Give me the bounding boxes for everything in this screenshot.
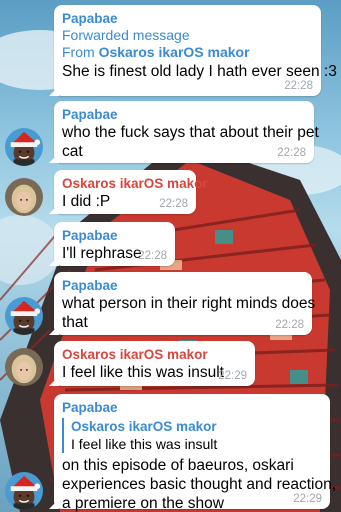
- sender-name: Oskaros ikarOS makor: [62, 176, 208, 191]
- message-bubble[interactable]: Oskaros ikarOS makor I feel like this wa…: [54, 341, 255, 386]
- message-text-line: that: [62, 314, 88, 331]
- reply-quote[interactable]: Oskaros ikarOS makor I feel like this wa…: [62, 418, 322, 453]
- santa-hat-avatar-icon: [5, 297, 43, 335]
- message-time: 22:28: [159, 198, 188, 210]
- avatar-oskaros[interactable]: [5, 348, 43, 386]
- avatar-papabae[interactable]: [5, 128, 43, 166]
- message-time: 22:28: [138, 250, 167, 262]
- message-bubble[interactable]: Papabae I'll rephrase 22:28: [54, 222, 175, 266]
- message-bubble[interactable]: Papabae what person in their right minds…: [54, 272, 316, 335]
- message-time: 22:29: [293, 493, 322, 505]
- sender-name: Papabae: [62, 11, 118, 26]
- message-text-line: who the fuck says that about their pet: [62, 124, 319, 141]
- message-text: She is finest old lady I hath ever seen …: [62, 63, 337, 80]
- sender-name: Papabae: [62, 107, 118, 122]
- message-bubble[interactable]: Papabae Oskaros ikarOS makor I feel like…: [54, 394, 337, 512]
- message-bubble[interactable]: Oskaros ikarOS makor I did :P 22:28: [54, 170, 208, 214]
- message-time: 22:28: [284, 80, 313, 92]
- forwarded-from[interactable]: From Oskaros ikarOS makor: [62, 44, 313, 61]
- message-time: 22:29: [218, 370, 247, 382]
- santa-hat-avatar-icon: [5, 128, 43, 166]
- blonde-avatar-icon: [5, 178, 43, 216]
- message-bubble[interactable]: Papabae Forwarded message From Oskaros i…: [54, 5, 337, 96]
- reply-quote-text: I feel like this was insult: [71, 436, 218, 452]
- message-time: 22:28: [277, 147, 306, 159]
- message-text-line: what person in their right minds does: [62, 295, 316, 312]
- sender-name: Papabae: [62, 228, 118, 243]
- forwarded-label: Forwarded message: [62, 27, 190, 43]
- sender-name: Oskaros ikarOS makor: [62, 347, 208, 362]
- message-text-line: a premiere on the show: [62, 495, 224, 512]
- message-time: 22:28: [275, 319, 304, 331]
- santa-hat-avatar-icon: [5, 472, 43, 510]
- reply-quote-name: Oskaros ikarOS makor: [71, 419, 217, 434]
- avatar-oskaros[interactable]: [5, 178, 43, 216]
- avatar-papabae[interactable]: [5, 472, 43, 510]
- message-text-line: experiences basic thought and reaction,: [62, 476, 337, 493]
- message-list[interactable]: Papabae Forwarded message From Oskaros i…: [0, 0, 341, 512]
- message-text-line: on this episode of baeuros, oskari: [62, 457, 294, 474]
- sender-name: Papabae: [62, 400, 118, 415]
- message-bubble[interactable]: Papabae who the fuck says that about the…: [54, 101, 319, 163]
- blonde-avatar-icon: [5, 348, 43, 386]
- sender-name: Papabae: [62, 278, 118, 293]
- avatar-papabae[interactable]: [5, 297, 43, 335]
- message-text-line: cat: [62, 143, 83, 160]
